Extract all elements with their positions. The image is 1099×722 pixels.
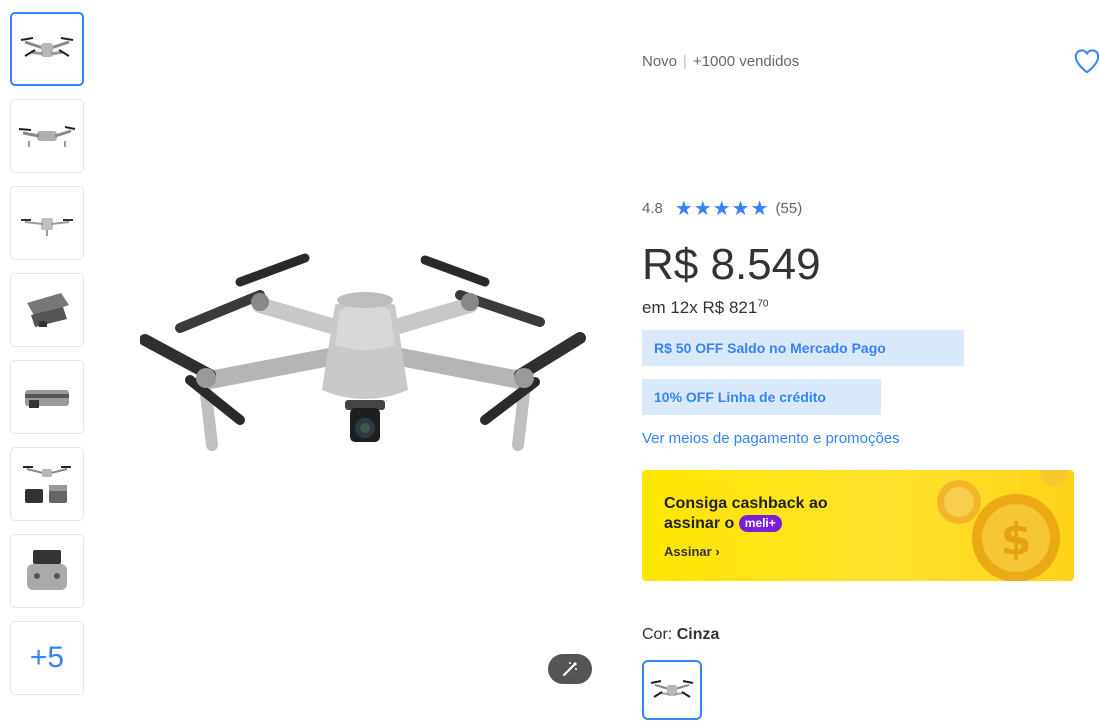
rating-value: 4.8 bbox=[642, 200, 663, 217]
installments-prefix: em 12x bbox=[642, 298, 698, 317]
product-page: +5 Novo | +1000 vendidos 4.8 ★★★★★ (55) … bbox=[0, 0, 1099, 722]
cashback-line1: Consiga cashback ao bbox=[664, 495, 828, 512]
main-product-image[interactable] bbox=[140, 240, 590, 470]
drone-top-thumb-icon bbox=[21, 218, 73, 236]
zoom-button[interactable] bbox=[548, 654, 592, 684]
installments-info: em 12x R$ 82170 bbox=[642, 298, 768, 318]
more-images-label: +5 bbox=[29, 641, 65, 674]
product-price: R$ 8.549 bbox=[642, 240, 821, 289]
thumbnail-more[interactable]: +5 bbox=[10, 621, 84, 695]
thumbnail-drone-front[interactable] bbox=[10, 12, 84, 86]
thumbnail-remote-controller[interactable] bbox=[10, 534, 84, 608]
svg-text:$: $ bbox=[1001, 514, 1032, 565]
color-label-prefix: Cor: bbox=[642, 626, 673, 643]
coins-icon: $ bbox=[937, 470, 1068, 581]
product-subtitle: Novo | +1000 vendidos bbox=[642, 53, 799, 70]
promo-tag-saldo: R$ 50 OFF Saldo no Mercado Pago bbox=[642, 330, 964, 366]
thumbnail-drone-kit[interactable] bbox=[10, 447, 84, 521]
magic-wand-icon bbox=[563, 662, 577, 676]
cashback-banner[interactable]: Consiga cashback ao assinar o meli+ Assi… bbox=[642, 470, 1074, 581]
drone-folded-thumb-icon bbox=[27, 293, 69, 327]
drone-kit-thumb-icon bbox=[23, 466, 71, 503]
installment-cents: 70 bbox=[757, 298, 769, 310]
subscribe-link[interactable]: Assinar › bbox=[664, 544, 720, 559]
thumbnail-drone-top[interactable] bbox=[10, 186, 84, 260]
remote-controller-thumb-icon bbox=[27, 550, 67, 590]
review-count: (55) bbox=[775, 200, 803, 217]
condition-label: Novo bbox=[642, 53, 678, 70]
drone-side-thumb-icon bbox=[18, 126, 76, 147]
subtitle-separator: | bbox=[683, 53, 687, 70]
promo-tag-credito: 10% OFF Linha de crédito bbox=[642, 379, 881, 415]
subscribe-label: Assinar bbox=[664, 544, 712, 559]
drone-folded-side-thumb-icon bbox=[25, 390, 69, 408]
cashback-text: Consiga cashback ao assinar o meli+ bbox=[664, 494, 828, 534]
star-rating-icon: ★★★★★ bbox=[674, 198, 770, 220]
sold-count: +1000 vendidos bbox=[692, 53, 800, 70]
drone-front-thumb-icon bbox=[20, 37, 74, 57]
drone-swatch-icon bbox=[650, 680, 694, 698]
color-label: Cor: Cinza bbox=[642, 626, 719, 644]
cashback-line2: assinar o bbox=[664, 515, 735, 532]
heart-icon[interactable] bbox=[1072, 46, 1099, 76]
thumbnail-drone-folded[interactable] bbox=[10, 273, 84, 347]
meli-plus-badge: meli+ bbox=[738, 515, 782, 532]
color-option-cinza[interactable] bbox=[642, 660, 702, 720]
thumbnail-gallery: +5 bbox=[10, 12, 86, 708]
rating-summary[interactable]: 4.8 ★★★★★ (55) bbox=[642, 196, 802, 221]
thumbnail-drone-folded-side[interactable] bbox=[10, 360, 84, 434]
payment-methods-link[interactable]: Ver meios de pagamento e promoções bbox=[642, 430, 900, 447]
installment-amount: R$ 821 bbox=[702, 298, 758, 317]
thumbnail-drone-side[interactable] bbox=[10, 99, 84, 173]
color-value: Cinza bbox=[676, 626, 720, 643]
chevron-right-icon: › bbox=[715, 544, 720, 559]
